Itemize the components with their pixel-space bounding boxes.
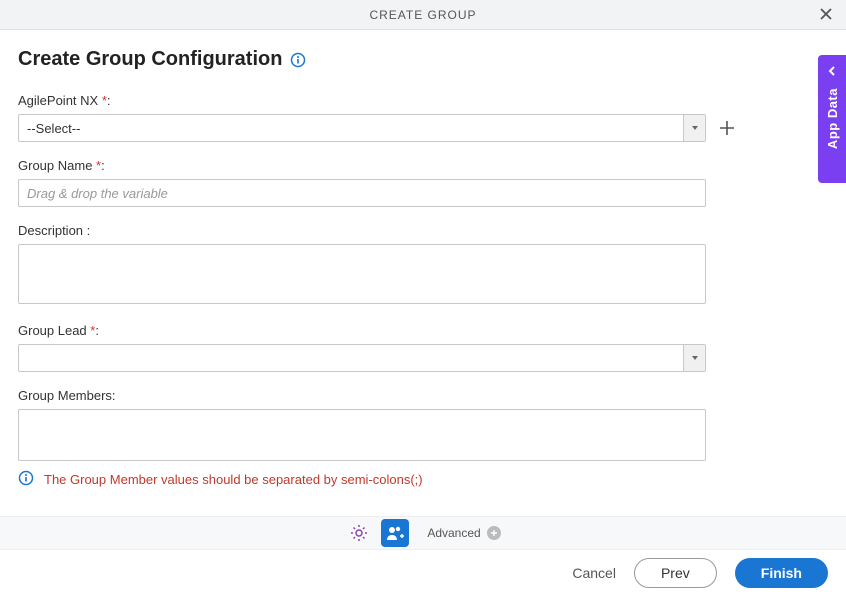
add-agilepoint-button[interactable] <box>716 117 738 139</box>
label-group-name: Group Name *: <box>18 158 828 173</box>
chevron-down-icon[interactable] <box>683 345 705 371</box>
prev-button[interactable]: Prev <box>634 558 717 588</box>
info-icon[interactable] <box>290 52 306 68</box>
app-data-label: App Data <box>825 88 840 149</box>
description-input[interactable] <box>18 244 706 304</box>
dialog-header: CREATE GROUP <box>0 0 846 30</box>
page-title: Create Group Configuration <box>18 48 282 71</box>
field-group-lead: Group Lead *: <box>18 323 828 372</box>
chevron-down-icon[interactable] <box>683 115 705 141</box>
dialog-title: CREATE GROUP <box>369 8 476 22</box>
group-lead-select[interactable] <box>18 344 706 372</box>
info-icon <box>18 470 34 489</box>
label-group-members: Group Members: <box>18 388 828 403</box>
cancel-button[interactable]: Cancel <box>572 565 616 581</box>
field-group-name: Group Name *: <box>18 158 828 207</box>
close-icon[interactable] <box>818 6 834 25</box>
form-body: Create Group Configuration AgilePoint NX… <box>0 30 846 489</box>
group-name-input[interactable] <box>18 179 706 207</box>
plus-circle-icon <box>487 526 501 540</box>
label-description: Description : <box>18 223 828 238</box>
field-group-members: Group Members: <box>18 388 828 464</box>
user-add-icon[interactable] <box>381 519 409 547</box>
agilepoint-select-input[interactable] <box>19 115 683 141</box>
hint-row: The Group Member values should be separa… <box>18 470 828 489</box>
gear-icon[interactable] <box>345 519 373 547</box>
field-agilepoint: AgilePoint NX *: <box>18 93 828 142</box>
finish-button[interactable]: Finish <box>735 558 828 588</box>
app-data-side-tab[interactable]: App Data <box>818 55 846 183</box>
group-members-input[interactable] <box>18 409 706 461</box>
hint-text: The Group Member values should be separa… <box>44 472 423 487</box>
group-lead-select-input[interactable] <box>19 345 683 371</box>
dialog-footer: Cancel Prev Finish <box>0 550 846 596</box>
label-group-lead: Group Lead *: <box>18 323 828 338</box>
agilepoint-select[interactable] <box>18 114 706 142</box>
label-agilepoint: AgilePoint NX *: <box>18 93 828 108</box>
advanced-label: Advanced <box>427 526 480 540</box>
bottom-toolbar: Advanced <box>0 516 846 550</box>
field-description: Description : <box>18 223 828 307</box>
advanced-toggle[interactable]: Advanced <box>427 526 500 540</box>
chevron-left-icon <box>826 65 838 88</box>
